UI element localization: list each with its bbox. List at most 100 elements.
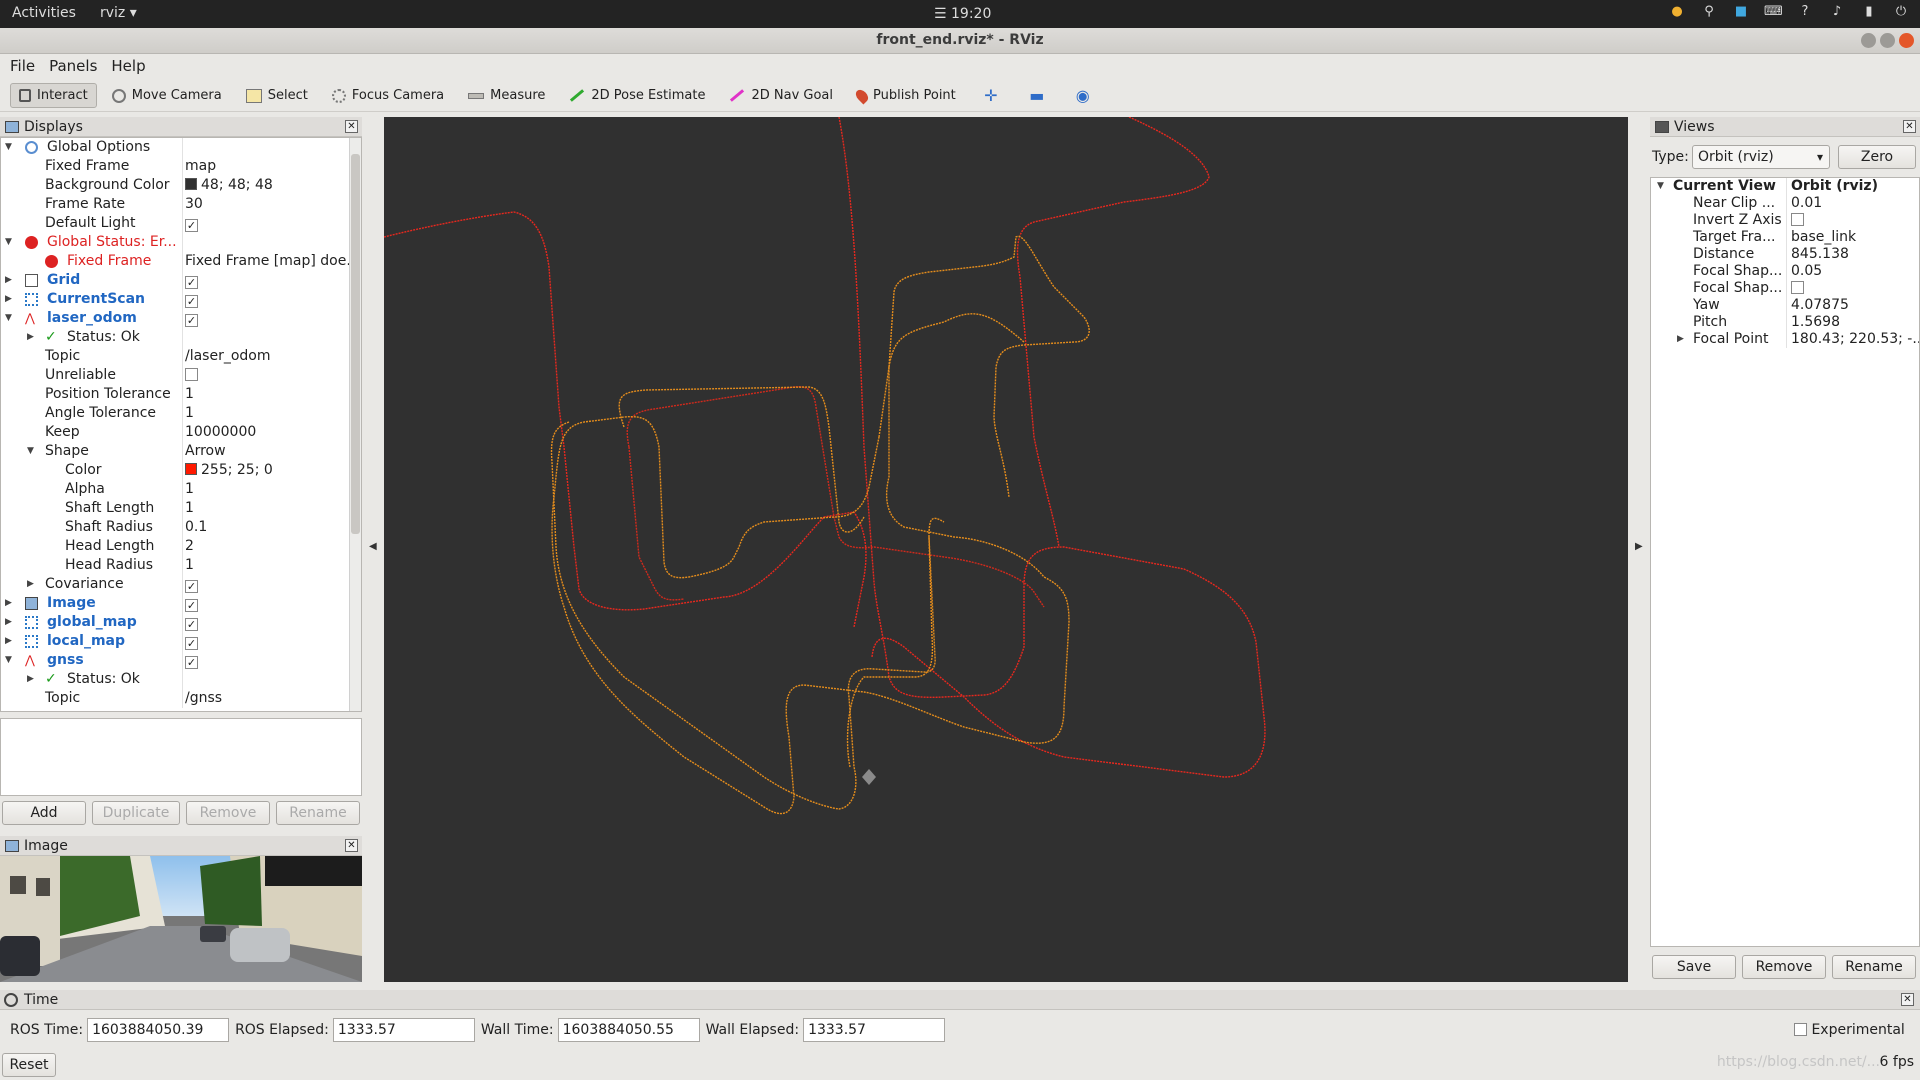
collapse-right-icon[interactable]: ▶	[1635, 541, 1643, 552]
wall-time-field[interactable]: 1603884050.55	[557, 1018, 700, 1042]
power-icon[interactable]: ⏻	[1892, 4, 1910, 22]
view-row-focal-point[interactable]: ▶ Focal Point 180.43; 220.53; -...	[1651, 331, 1919, 348]
rename-display-button[interactable]: Rename	[276, 801, 360, 825]
interact-tool-button[interactable]: Interact	[10, 83, 97, 108]
add-tool-button[interactable]: ✛	[971, 82, 1011, 110]
expand-arrow-icon[interactable]: ▼	[1657, 178, 1667, 195]
close-icon[interactable]: ✕	[345, 839, 358, 852]
grid-checkbox[interactable]: ✓	[185, 276, 198, 289]
ros-elapsed-field[interactable]: 1333.57	[332, 1018, 475, 1042]
unreliable-checkbox[interactable]	[185, 368, 198, 381]
expand-arrow-icon[interactable]: ▶	[5, 632, 15, 651]
tree-row-keep[interactable]: Keep 10000000	[1, 423, 361, 442]
expand-arrow-icon[interactable]: ▶	[5, 290, 15, 309]
render-view[interactable]	[383, 116, 1628, 982]
view-row-current[interactable]: ▼ Current View Orbit (rviz)	[1651, 178, 1919, 195]
cat-icon[interactable]: ●	[1668, 4, 1686, 22]
publish-point-tool-button[interactable]: Publish Point	[848, 83, 965, 108]
pose-estimate-tool-button[interactable]: 2D Pose Estimate	[560, 83, 714, 108]
focus-camera-tool-button[interactable]: Focus Camera	[323, 83, 453, 108]
color-swatch[interactable]	[185, 178, 197, 190]
tree-row-default-light[interactable]: Default Light ✓	[1, 214, 361, 233]
experimental-toggle[interactable]: Experimental	[1794, 1022, 1905, 1038]
expand-arrow-icon[interactable]: ▼	[5, 233, 15, 252]
collapse-left-icon[interactable]: ◀	[369, 541, 377, 552]
clock[interactable]: ☰ 19:20	[934, 6, 991, 22]
close-icon[interactable]: ✕	[1903, 120, 1916, 133]
expand-arrow-icon[interactable]: ▶	[5, 594, 15, 613]
left-splitter[interactable]: ◀	[362, 117, 384, 982]
move-camera-tool-button[interactable]: Move Camera	[103, 83, 231, 108]
minimize-icon[interactable]	[1861, 33, 1876, 48]
view-row-target-frame[interactable]: Target Fra... base_link	[1651, 229, 1919, 246]
tree-row-gnss-status[interactable]: ▶ ✓ Status: Ok	[1, 670, 361, 689]
right-splitter[interactable]: ▶	[1628, 117, 1650, 982]
tree-row-covariance[interactable]: ▶ Covariance ✓	[1, 575, 361, 594]
tree-row-current-scan[interactable]: ▶ CurrentScan ✓	[1, 290, 361, 309]
tree-row-head-length[interactable]: Head Length 2	[1, 537, 361, 556]
global-map-checkbox[interactable]: ✓	[185, 618, 198, 631]
tree-row-global-options[interactable]: ▼ Global Options	[1, 138, 361, 157]
nav-goal-tool-button[interactable]: 2D Nav Goal	[720, 83, 842, 108]
remove-tool-button[interactable]: ▬	[1017, 82, 1057, 110]
expand-arrow-icon[interactable]: ▶	[5, 271, 15, 290]
gnss-checkbox[interactable]: ✓	[185, 656, 198, 669]
view-row-invert-z[interactable]: Invert Z Axis	[1651, 212, 1919, 229]
menu-file[interactable]: File	[10, 57, 35, 78]
tree-row-shaft-radius[interactable]: Shaft Radius 0.1	[1, 518, 361, 537]
expand-arrow-icon[interactable]: ▶	[27, 575, 37, 594]
menu-panels[interactable]: Panels	[49, 57, 97, 78]
app-indicator-icon[interactable]: ■	[1732, 4, 1750, 22]
focal-shape-checkbox[interactable]	[1791, 281, 1804, 294]
tree-row-shape[interactable]: ▼ Shape Arrow	[1, 442, 361, 461]
invert-z-checkbox[interactable]	[1791, 213, 1804, 226]
expand-arrow-icon[interactable]: ▶	[27, 328, 37, 347]
tree-row-status-ok[interactable]: ▶ ✓ Status: Ok	[1, 328, 361, 347]
remove-display-button[interactable]: Remove	[186, 801, 270, 825]
expand-arrow-icon[interactable]: ▶	[5, 613, 15, 632]
menu-help[interactable]: Help	[111, 57, 145, 78]
view-row-focal-shape-size[interactable]: Focal Shap... 0.05	[1651, 263, 1919, 280]
save-view-button[interactable]: Save	[1652, 955, 1736, 979]
expand-arrow-icon[interactable]: ▶	[1677, 331, 1687, 348]
tree-row-global-map[interactable]: ▶ global_map ✓	[1, 613, 361, 632]
default-light-checkbox[interactable]: ✓	[185, 219, 198, 232]
reset-button[interactable]: Reset	[2, 1053, 56, 1077]
activities-button[interactable]: Activities	[12, 5, 76, 21]
tree-row-gnss[interactable]: ▼ ⋀ gnss ✓	[1, 651, 361, 670]
view-row-near-clip[interactable]: Near Clip ... 0.01	[1651, 195, 1919, 212]
tree-row-fixed-frame[interactable]: Fixed Frame map	[1, 157, 361, 176]
tree-row-grid[interactable]: ▶ Grid ✓	[1, 271, 361, 290]
laser-odom-checkbox[interactable]: ✓	[185, 314, 198, 327]
view-type-select[interactable]: Orbit (rviz)	[1692, 145, 1830, 169]
tree-row-topic[interactable]: Topic/laser_odom	[1, 347, 361, 366]
tool-properties-button[interactable]: ◉	[1063, 82, 1103, 110]
tree-row-angle-tolerance[interactable]: Angle Tolerance 1	[1, 404, 361, 423]
close-icon[interactable]: ✕	[345, 120, 358, 133]
tree-row-background-color[interactable]: Background Color 48; 48; 48	[1, 176, 361, 195]
view-row-focal-shape-fixed[interactable]: Focal Shap...	[1651, 280, 1919, 297]
expand-arrow-icon[interactable]: ▶	[27, 670, 37, 689]
tree-row-fixed-frame-error[interactable]: Fixed Frame Fixed Frame [map] doe...	[1, 252, 361, 271]
zero-button[interactable]: Zero	[1838, 145, 1916, 169]
tree-row-image[interactable]: ▶ Image ✓	[1, 594, 361, 613]
view-row-pitch[interactable]: Pitch 1.5698	[1651, 314, 1919, 331]
view-row-yaw[interactable]: Yaw 4.07875	[1651, 297, 1919, 314]
tree-row-alpha[interactable]: Alpha 1	[1, 480, 361, 499]
tree-row-unreliable[interactable]: Unreliable	[1, 366, 361, 385]
views-tree[interactable]: ▼ Current View Orbit (rviz) Near Clip ... 0…	[1650, 177, 1920, 947]
tree-row-head-radius[interactable]: Head Radius 1	[1, 556, 361, 575]
tree-row-position-tolerance[interactable]: Position Tolerance 1	[1, 385, 361, 404]
tree-row-local-map[interactable]: ▶ local_map ✓	[1, 632, 361, 651]
tree-row-global-status[interactable]: ▼ Global Status: Er...	[1, 233, 361, 252]
location-icon[interactable]: ⚲	[1700, 4, 1718, 22]
image-checkbox[interactable]: ✓	[185, 599, 198, 612]
tree-row-shaft-length[interactable]: Shaft Length 1	[1, 499, 361, 518]
app-menu[interactable]: rviz ▾	[100, 5, 137, 21]
expand-arrow-icon[interactable]: ▼	[27, 442, 37, 461]
displays-scrollbar[interactable]	[349, 138, 361, 711]
wall-elapsed-field[interactable]: 1333.57	[803, 1018, 946, 1042]
select-tool-button[interactable]: Select	[237, 83, 317, 108]
close-icon[interactable]: ✕	[1901, 993, 1914, 1006]
expand-arrow-icon[interactable]: ▼	[5, 309, 15, 328]
